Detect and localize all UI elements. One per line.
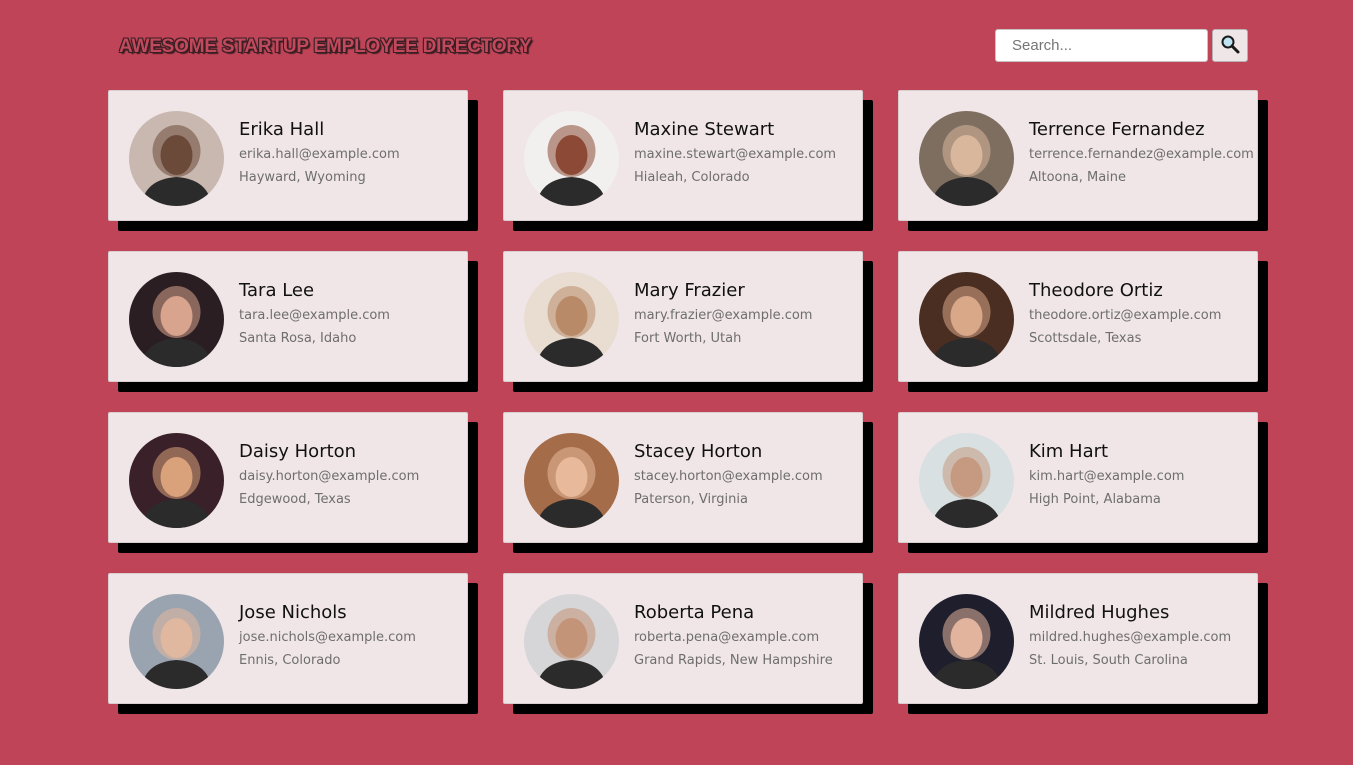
- employee-card[interactable]: Kim Hart kim.hart@example.com High Point…: [898, 412, 1258, 543]
- employee-email: tara.lee@example.com: [239, 308, 390, 323]
- employee-email: terrence.fernandez@example.com: [1029, 147, 1254, 162]
- search-form: [995, 29, 1248, 62]
- employee-directory-page: AWESOME STARTUP EMPLOYEE DIRECTORY Erika…: [0, 0, 1353, 765]
- avatar: [524, 272, 619, 367]
- employee-email: jose.nichols@example.com: [239, 630, 416, 645]
- employee-card[interactable]: Roberta Pena roberta.pena@example.com Gr…: [503, 573, 863, 704]
- employee-email: roberta.pena@example.com: [634, 630, 820, 645]
- avatar: [524, 594, 619, 689]
- avatar: [919, 111, 1014, 206]
- employee-card[interactable]: Terrence Fernandez terrence.fernandez@ex…: [898, 90, 1258, 221]
- employee-location: Scottsdale, Texas: [1029, 331, 1142, 346]
- employee-card[interactable]: Daisy Horton daisy.horton@example.com Ed…: [108, 412, 468, 543]
- employee-grid: Erika Hall erika.hall@example.com Haywar…: [108, 90, 1258, 704]
- employee-location: Edgewood, Texas: [239, 492, 351, 507]
- employee-name: Mildred Hughes: [1029, 602, 1170, 623]
- employee-card[interactable]: Theodore Ortiz theodore.ortiz@example.co…: [898, 251, 1258, 382]
- employee-email: mildred.hughes@example.com: [1029, 630, 1232, 645]
- page-title: AWESOME STARTUP EMPLOYEE DIRECTORY: [119, 36, 532, 57]
- employee-name: Stacey Horton: [634, 441, 763, 462]
- employee-location: Paterson, Virginia: [634, 492, 748, 507]
- avatar: [524, 433, 619, 528]
- employee-location: High Point, Alabama: [1029, 492, 1161, 507]
- avatar: [919, 272, 1014, 367]
- employee-card[interactable]: Jose Nichols jose.nichols@example.com En…: [108, 573, 468, 704]
- employee-location: Hayward, Wyoming: [239, 170, 366, 185]
- employee-card[interactable]: Tara Lee tara.lee@example.com Santa Rosa…: [108, 251, 468, 382]
- employee-location: Hialeah, Colorado: [634, 170, 750, 185]
- employee-name: Roberta Pena: [634, 602, 755, 623]
- employee-name: Jose Nichols: [239, 602, 347, 623]
- employee-name: Tara Lee: [239, 280, 315, 301]
- search-button[interactable]: [1212, 29, 1248, 62]
- employee-email: theodore.ortiz@example.com: [1029, 308, 1222, 323]
- employee-email: maxine.stewart@example.com: [634, 147, 837, 162]
- avatar: [129, 272, 224, 367]
- avatar: [919, 433, 1014, 528]
- employee-location: Fort Worth, Utah: [634, 331, 742, 346]
- employee-location: Altoona, Maine: [1029, 170, 1127, 185]
- employee-name: Kim Hart: [1029, 441, 1109, 462]
- magnifier-icon: [1220, 34, 1240, 57]
- employee-name: Erika Hall: [239, 119, 325, 140]
- avatar: [919, 594, 1014, 689]
- employee-card[interactable]: Maxine Stewart maxine.stewart@example.co…: [503, 90, 863, 221]
- search-input[interactable]: [995, 29, 1208, 62]
- avatar: [129, 111, 224, 206]
- employee-email: kim.hart@example.com: [1029, 469, 1185, 484]
- employee-email: daisy.horton@example.com: [239, 469, 420, 484]
- employee-card[interactable]: Erika Hall erika.hall@example.com Haywar…: [108, 90, 468, 221]
- employee-card[interactable]: Stacey Horton stacey.horton@example.com …: [503, 412, 863, 543]
- employee-name: Daisy Horton: [239, 441, 357, 462]
- employee-email: erika.hall@example.com: [239, 147, 400, 162]
- avatar: [129, 433, 224, 528]
- employee-email: stacey.horton@example.com: [634, 469, 823, 484]
- employee-card[interactable]: Mildred Hughes mildred.hughes@example.co…: [898, 573, 1258, 704]
- employee-location: Ennis, Colorado: [239, 653, 341, 668]
- avatar: [129, 594, 224, 689]
- employee-card[interactable]: Mary Frazier mary.frazier@example.com Fo…: [503, 251, 863, 382]
- employee-location: Santa Rosa, Idaho: [239, 331, 357, 346]
- avatar: [524, 111, 619, 206]
- employee-name: Maxine Stewart: [634, 119, 775, 140]
- employee-email: mary.frazier@example.com: [634, 308, 813, 323]
- employee-location: Grand Rapids, New Hampshire: [634, 653, 833, 668]
- employee-name: Mary Frazier: [634, 280, 745, 301]
- employee-name: Terrence Fernandez: [1029, 119, 1205, 140]
- employee-location: St. Louis, South Carolina: [1029, 653, 1188, 668]
- employee-name: Theodore Ortiz: [1029, 280, 1163, 301]
